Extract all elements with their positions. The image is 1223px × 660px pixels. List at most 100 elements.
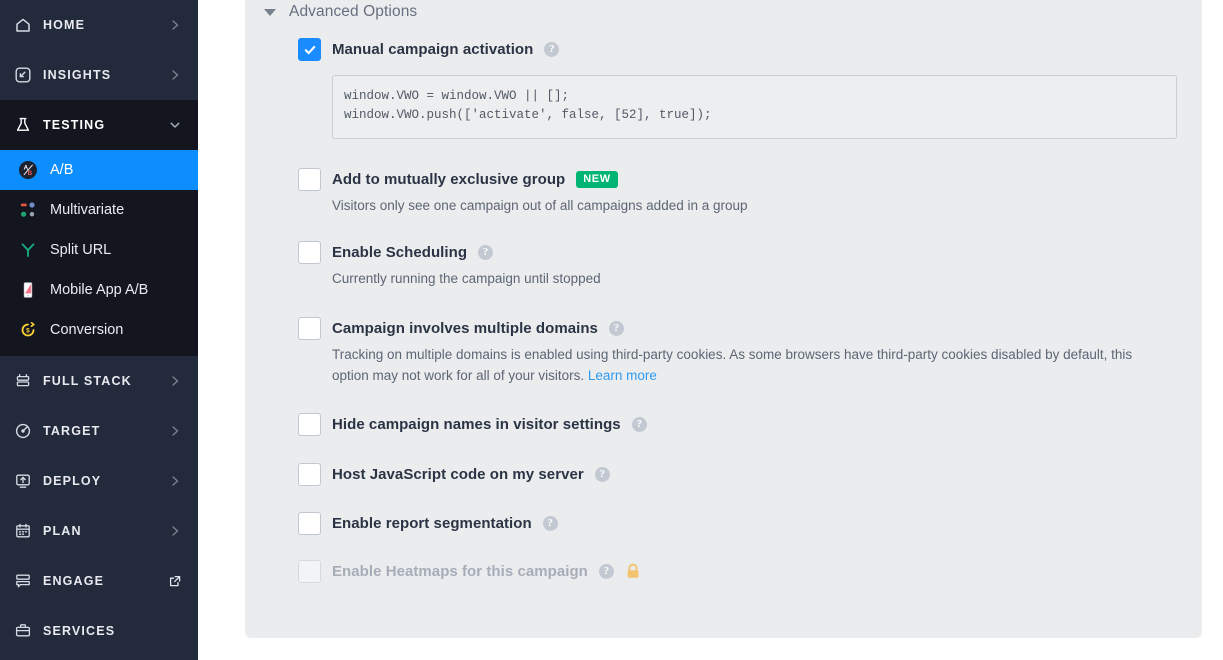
option-header[interactable]: Host JavaScript code on my server ? [298, 463, 1202, 487]
option-header: Enable Heatmaps for this campaign ? [298, 560, 1202, 584]
checkbox-mutually-exclusive-group[interactable] [298, 167, 321, 191]
main-content: Advanced Options Manual campaign activat… [198, 0, 1223, 660]
activation-code-block[interactable]: window.VWO = window.VWO || []; window.VW… [332, 75, 1177, 139]
option-host-javascript: Host JavaScript code on my server ? [298, 463, 1202, 487]
option-header[interactable]: Add to mutually exclusive group NEW [298, 167, 1202, 191]
option-description: Visitors only see one campaign out of al… [332, 197, 748, 213]
option-report-segmentation: Enable report segmentation ? [298, 512, 1202, 536]
sidebar-item-label: FULL STACK [43, 374, 132, 388]
sidebar-item-full-stack[interactable]: FULL STACK [0, 356, 198, 406]
sidebar-item-target[interactable]: TARGET [0, 406, 198, 456]
sidebar-item-label: DEPLOY [43, 474, 102, 488]
checkbox-host-javascript[interactable] [298, 463, 321, 487]
chevron-right-icon [168, 524, 182, 538]
checkbox-manual-campaign-activation[interactable] [298, 38, 321, 61]
option-header[interactable]: Enable Scheduling ? [298, 240, 1202, 264]
sidebar-item-label: Split URL [50, 242, 112, 258]
sidebar-item-ab[interactable]: A B A/B [0, 150, 198, 190]
option-label: Enable report segmentation [332, 515, 532, 533]
insights-cursor-icon [14, 66, 32, 84]
checkbox-multiple-domains[interactable] [298, 316, 321, 340]
help-circle-icon[interactable]: ? [544, 42, 560, 57]
sidebar-item-split-url[interactable]: Split URL [0, 230, 198, 270]
sidebar-item-engage[interactable]: ENGAGE [0, 556, 198, 606]
option-label: Enable Heatmaps for this campaign [332, 563, 588, 581]
advanced-options-header[interactable]: Advanced Options [245, 0, 1202, 21]
chevron-right-icon [168, 374, 182, 388]
sidebar-item-services[interactable]: SERVICES [0, 606, 198, 656]
sidebar-item-insights[interactable]: INSIGHTS [0, 50, 198, 100]
option-header[interactable]: Enable report segmentation ? [298, 512, 1202, 536]
help-circle-icon[interactable]: ? [608, 320, 624, 336]
svg-text:$: $ [26, 328, 30, 335]
sidebar-item-label: ENGAGE [43, 574, 105, 588]
chevron-right-icon [168, 474, 182, 488]
option-label: Campaign involves multiple domains [332, 319, 598, 337]
help-circle-icon[interactable]: ? [598, 564, 614, 580]
sidebar-item-multivariate[interactable]: Multivariate [0, 190, 198, 230]
checkbox-enable-heatmaps [298, 560, 321, 584]
option-enable-scheduling: Enable Scheduling ? Currently running th… [298, 240, 1202, 290]
option-label: Host JavaScript code on my server [332, 466, 584, 484]
lock-icon [625, 563, 641, 581]
home-icon [14, 16, 32, 34]
sidebar-top-group: HOME INSIGHTS [0, 0, 198, 100]
option-header[interactable]: Hide campaign names in visitor settings … [298, 413, 1202, 437]
chevron-right-icon [168, 424, 182, 438]
sidebar-item-home[interactable]: HOME [0, 0, 198, 50]
learn-more-link[interactable]: Learn more [588, 368, 657, 383]
sidebar-item-label: Mobile App A/B [50, 282, 149, 298]
sidebar-item-testing[interactable]: TESTING [0, 100, 198, 150]
caret-down-icon[interactable] [264, 8, 276, 16]
multivariate-squares-icon [18, 200, 38, 220]
calendar-icon [14, 522, 32, 540]
help-circle-icon[interactable]: ? [631, 417, 647, 433]
conversion-dollar-icon: $ [18, 320, 38, 340]
sidebar-item-label: TARGET [43, 424, 101, 438]
sidebar-item-label: TESTING [43, 118, 106, 132]
deploy-icon [14, 472, 32, 490]
status-badge-new: NEW [576, 170, 618, 188]
sidebar-lower-group: FULL STACK TARGET DEPLOY PLAN ENGAGE SER… [0, 356, 198, 656]
sidebar-section-testing: TESTING A B A/B Multivariate Split URL M… [0, 100, 198, 356]
sidebar-item-label: PLAN [43, 524, 82, 538]
app-root: HOME INSIGHTS TESTING A B A/B Multivaria… [0, 0, 1223, 660]
page-title: Advanced Options [289, 3, 418, 20]
sidebar-item-label: INSIGHTS [43, 68, 112, 82]
sidebar: HOME INSIGHTS TESTING A B A/B Multivaria… [0, 0, 198, 660]
advanced-options-panel: Advanced Options Manual campaign activat… [245, 0, 1202, 638]
option-header[interactable]: Manual campaign activation ? [298, 38, 1202, 61]
help-circle-icon[interactable]: ? [594, 467, 610, 483]
help-circle-icon[interactable]: ? [478, 244, 494, 260]
option-description: Currently running the campaign until sto… [332, 270, 601, 286]
activation-code-text: window.VWO = window.VWO || []; window.VW… [344, 89, 712, 123]
flask-icon [14, 116, 32, 134]
option-manual-campaign-activation: Manual campaign activation ? window.VWO … [298, 38, 1202, 139]
sidebar-item-conversion[interactable]: $ Conversion [0, 310, 198, 350]
external-link-icon[interactable] [168, 574, 182, 588]
stack-icon [14, 372, 32, 390]
options-list: Manual campaign activation ? window.VWO … [245, 21, 1202, 584]
split-url-icon [18, 240, 38, 260]
description-text: Tracking on multiple domains is enabled … [332, 346, 1133, 383]
ab-circle-icon: A B [18, 160, 38, 180]
option-header[interactable]: Campaign involves multiple domains ? [298, 316, 1202, 340]
help-circle-icon[interactable]: ? [542, 516, 558, 532]
option-description: Tracking on multiple domains is enabled … [298, 340, 1138, 387]
sidebar-item-label: HOME [43, 18, 86, 32]
sidebar-item-plan[interactable]: PLAN [0, 506, 198, 556]
chevron-down-icon [168, 118, 182, 132]
sidebar-item-label: Multivariate [50, 202, 125, 218]
sidebar-item-label: A/B [50, 162, 74, 178]
sidebar-item-mobile-app-ab[interactable]: Mobile App A/B [0, 270, 198, 310]
checkbox-hide-campaign-names[interactable] [298, 413, 321, 437]
option-label: Add to mutually exclusive group [332, 170, 566, 188]
sidebar-item-deploy[interactable]: DEPLOY [0, 456, 198, 506]
svg-text:B: B [28, 170, 33, 177]
checkbox-report-segmentation[interactable] [298, 512, 321, 536]
target-icon [14, 422, 32, 440]
option-label: Hide campaign names in visitor settings [332, 416, 621, 434]
sidebar-testing-sublist: A B A/B Multivariate Split URL Mobile Ap… [0, 150, 198, 356]
checkbox-enable-scheduling[interactable] [298, 240, 321, 264]
